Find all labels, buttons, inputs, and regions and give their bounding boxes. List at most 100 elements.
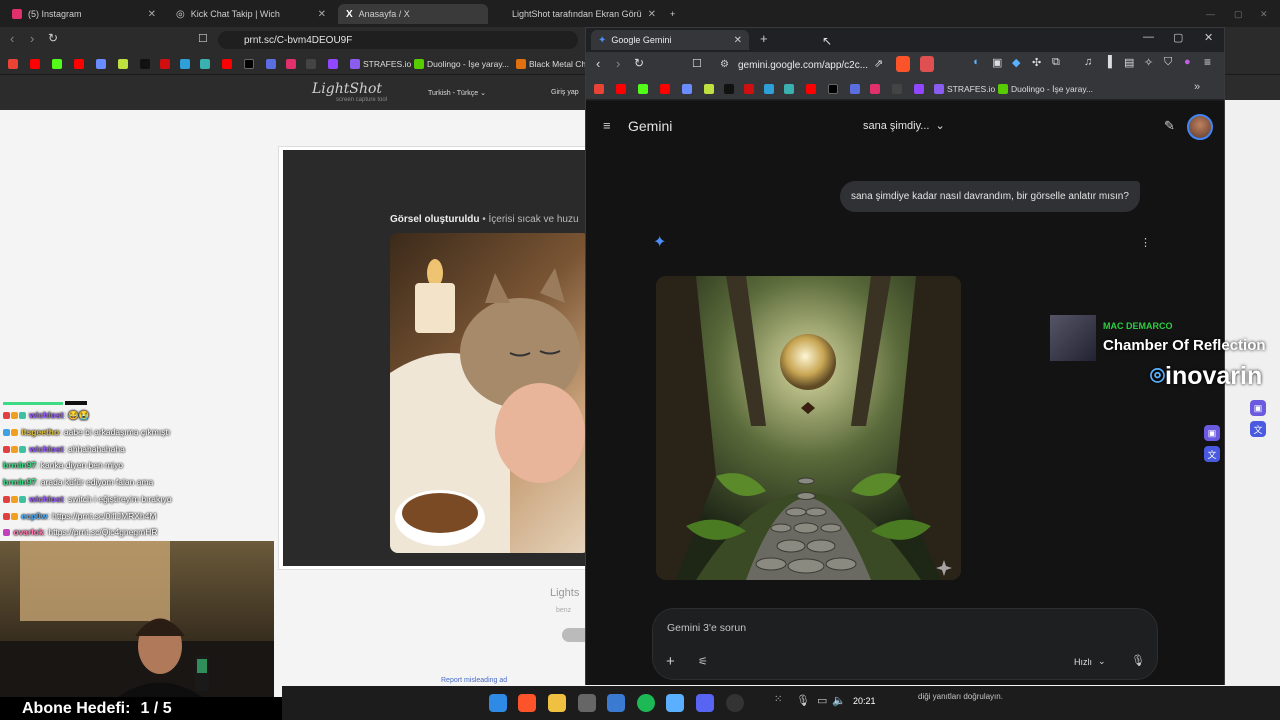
instagram-icon[interactable] <box>286 59 296 69</box>
tiktok-icon[interactable] <box>724 84 734 94</box>
site-settings-icon[interactable]: ⚙ <box>720 59 729 70</box>
windows-start-icon[interactable] <box>489 694 507 712</box>
extension-icon[interactable]: ◖ <box>972 56 979 68</box>
tab-google-gemini[interactable]: ✦ Google Gemini ✕ <box>591 30 749 50</box>
spotify-icon[interactable] <box>637 694 655 712</box>
new-tab-button[interactable]: + <box>760 31 768 46</box>
x-icon[interactable] <box>828 84 838 94</box>
maximize-icon[interactable]: ▢ <box>1173 31 1183 44</box>
mode-selector[interactable]: Hızlı ⌄ <box>1074 656 1106 667</box>
bookmark-icon[interactable] <box>784 84 794 94</box>
x-icon[interactable] <box>244 59 254 69</box>
forward-icon[interactable]: › <box>30 31 34 46</box>
bookmark-icon[interactable] <box>892 84 902 94</box>
bookmark-icon[interactable]: ☐ <box>198 32 208 45</box>
tab-instagram[interactable]: (5) Instagram ✕ <box>4 4 164 24</box>
bookmark-icon[interactable] <box>764 84 774 94</box>
microphone-icon[interactable]: 🎙 <box>1131 654 1145 667</box>
translate-icon[interactable]: 文 <box>1204 446 1220 462</box>
prompt-placeholder[interactable]: Gemini 3'e sorun <box>667 622 746 634</box>
youtube-icon[interactable] <box>74 59 84 69</box>
tab-x-home[interactable]: X Anasayfa / X <box>338 4 488 24</box>
gemini-address-bar[interactable]: ⚙ gemini.google.com/app/c2c... <box>690 55 890 75</box>
youtube-icon[interactable] <box>222 59 232 69</box>
menu-icon[interactable]: ≡ <box>1204 55 1211 69</box>
lightshot-logo[interactable]: LightShot <box>312 81 382 97</box>
tool-icon[interactable] <box>578 694 596 712</box>
twitch-icon[interactable] <box>914 84 924 94</box>
bookmark-icon[interactable] <box>744 84 754 94</box>
new-tab-button[interactable]: + <box>662 4 683 24</box>
language-selector[interactable]: Turkish - Türkçe ⌄ <box>428 89 486 97</box>
bookmark-blackmetal[interactable]: Black Metal Chr <box>516 57 589 71</box>
profile-icon[interactable]: ● <box>1184 56 1191 68</box>
extension-icon[interactable]: ▣ <box>1204 425 1220 441</box>
close-icon[interactable]: ✕ <box>318 9 326 20</box>
youtube-icon[interactable] <box>616 84 626 94</box>
back-icon[interactable]: ‹ <box>10 31 14 46</box>
bookmark-icon[interactable] <box>306 59 316 69</box>
bookmark-duolingo[interactable]: Duolingo - İşe yaray... <box>998 82 1093 96</box>
new-chat-icon[interactable]: ✎ <box>1164 118 1175 134</box>
app-icon[interactable] <box>666 694 684 712</box>
clock[interactable]: 20:21 <box>853 696 876 706</box>
sidebar-icon[interactable]: ▐ <box>1104 56 1112 68</box>
close-icon[interactable]: ✕ <box>148 9 156 20</box>
forward-icon[interactable]: › <box>616 56 620 71</box>
bookmark-icon[interactable] <box>96 59 106 69</box>
close-icon[interactable]: ✕ <box>734 35 742 46</box>
photos-icon[interactable] <box>607 694 625 712</box>
prompt-input-box[interactable] <box>652 608 1158 680</box>
report-ad-link[interactable]: Report misleading ad <box>441 677 507 684</box>
bookmark-icon[interactable] <box>266 59 276 69</box>
volume-icon[interactable]: 🔈 <box>832 694 850 712</box>
more-bookmarks-icon[interactable]: » <box>1194 81 1200 93</box>
puzzle-icon[interactable]: ✣ <box>1032 56 1041 69</box>
bookmark-strafes[interactable]: STRAFES.io <box>934 82 995 96</box>
discord-icon[interactable] <box>696 694 714 712</box>
gmail-icon[interactable] <box>8 59 18 69</box>
login-link[interactable]: Giriş yap <box>551 89 579 96</box>
bookmark-icon[interactable] <box>704 84 714 94</box>
maximize-icon[interactable]: ▢ <box>1226 4 1251 24</box>
youtube-icon[interactable] <box>806 84 816 94</box>
tiktok-icon[interactable] <box>140 59 150 69</box>
close-window-icon[interactable]: ✕ <box>1204 31 1213 44</box>
mic-icon[interactable]: 🎙 <box>796 694 814 712</box>
obs-icon[interactable] <box>726 694 744 712</box>
brave-shields-icon[interactable] <box>896 56 910 72</box>
brave-rewards-icon[interactable] <box>920 56 934 72</box>
bookmark-icon[interactable] <box>160 59 170 69</box>
conversation-selector[interactable]: sana şimdiy... ⌄ <box>863 119 945 133</box>
address-bar[interactable]: prnt.sc/C-bvm4DEOU9F <box>218 31 578 49</box>
avatar[interactable] <box>1187 114 1213 140</box>
system-tray-icon[interactable]: ⁙ <box>774 694 792 712</box>
generated-image[interactable] <box>656 276 961 580</box>
minimize-icon[interactable]: — <box>1198 4 1223 24</box>
bookmark-icon[interactable] <box>682 84 692 94</box>
music-icon[interactable]: ♫ <box>1084 56 1092 68</box>
brave-icon[interactable] <box>518 694 536 712</box>
wallet-icon[interactable]: ▤ <box>1124 56 1134 69</box>
youtube-icon[interactable] <box>660 84 670 94</box>
minimize-icon[interactable]: — <box>1143 31 1154 43</box>
extension-icon[interactable]: ⧉ <box>1052 56 1060 69</box>
bookmark-strafes[interactable]: STRAFES.io <box>350 57 411 71</box>
bookmark-icon[interactable] <box>180 59 190 69</box>
youtube-icon[interactable] <box>30 59 40 69</box>
close-icon[interactable]: ✕ <box>648 9 656 20</box>
leo-icon[interactable]: ✧ <box>1144 56 1153 69</box>
extension-icon[interactable]: ▣ <box>992 56 1002 69</box>
tab-kick-chat[interactable]: ◎ Kick Chat Takip | Wich ✕ <box>168 4 334 24</box>
translate-icon[interactable]: 文 <box>1250 421 1266 437</box>
tools-icon[interactable]: ⚟ <box>698 655 708 668</box>
gmail-icon[interactable] <box>594 84 604 94</box>
add-attachment-icon[interactable]: + <box>666 653 675 670</box>
close-window-icon[interactable]: ✕ <box>1252 4 1276 24</box>
vpn-icon[interactable]: ⛉ <box>1164 56 1172 69</box>
bookmark-duolingo[interactable]: Duolingo - İşe yaray... <box>414 57 509 71</box>
extension-icon[interactable]: ▣ <box>1250 400 1266 416</box>
back-icon[interactable]: ‹ <box>596 56 600 71</box>
file-explorer-icon[interactable] <box>548 694 566 712</box>
instagram-icon[interactable] <box>870 84 880 94</box>
